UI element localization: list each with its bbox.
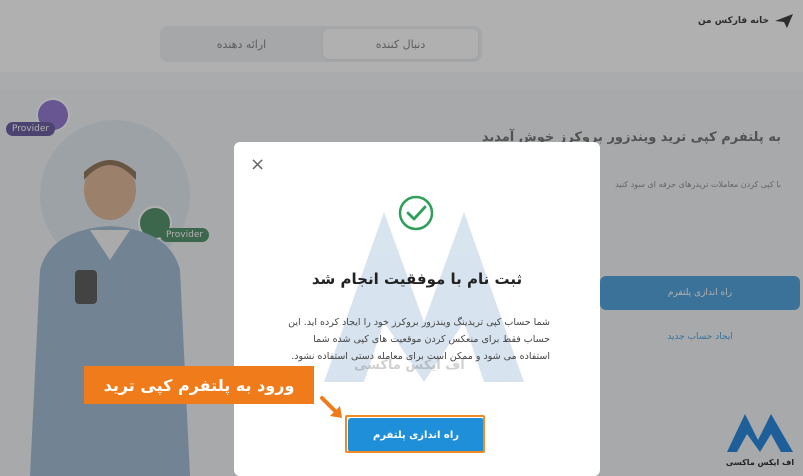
watermark-text: اف ایکس ماکسی	[354, 358, 465, 373]
brand-name-bottom: اف ایکس ماکسی	[725, 458, 795, 467]
button-highlight-frame	[345, 415, 485, 453]
brand-logo-bottom: اف ایکس ماکسی	[724, 408, 796, 467]
close-icon[interactable]: ×	[250, 154, 265, 175]
modal-title: ثبت نام با موفقیت انجام شد	[311, 270, 523, 288]
arrow-icon	[320, 396, 342, 418]
annotation-callout: ورود به پلتفرم کپی ترید	[84, 366, 314, 404]
success-check-icon	[398, 195, 434, 231]
brand-mark-icon	[727, 414, 793, 452]
success-modal: × ثبت نام با موفقیت انجام شد شما حساب کپ…	[234, 142, 600, 476]
